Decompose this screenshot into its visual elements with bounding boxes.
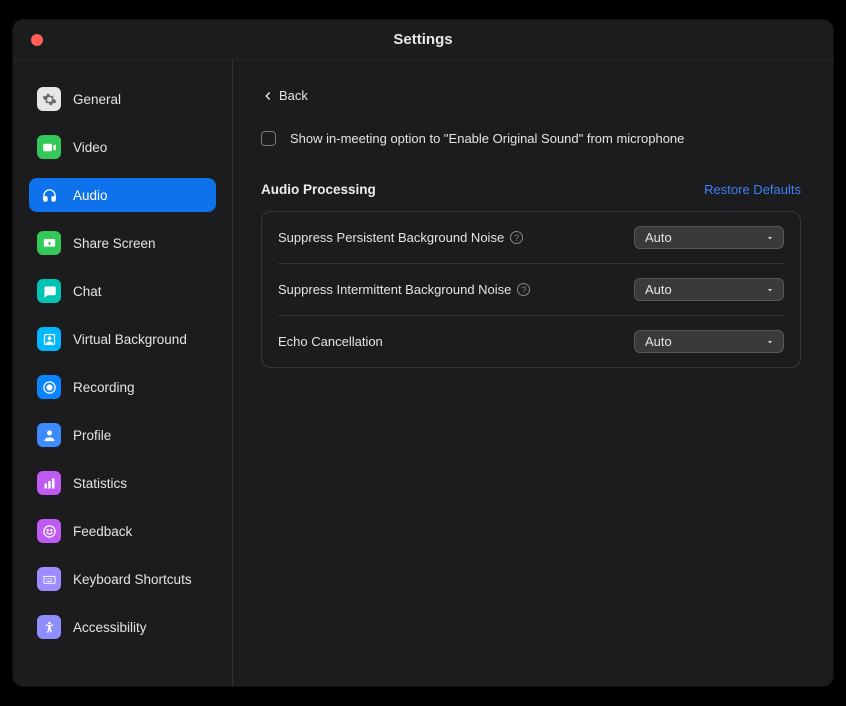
smile-icon xyxy=(37,519,61,543)
headphones-icon xyxy=(37,183,61,207)
sidebar-item-label: Virtual Background xyxy=(73,332,187,347)
audio-processing-panel: Suppress Persistent Background Noise ? Au… xyxy=(261,211,801,368)
window-body: General Video Audio Share Screen Chat Virtual… xyxy=(13,60,833,686)
gear-icon xyxy=(37,87,61,111)
sidebar-item-general[interactable]: General xyxy=(29,82,216,116)
sidebar: General Video Audio Share Screen Chat Virtual… xyxy=(13,60,233,686)
sidebar-item-statistics[interactable]: Statistics xyxy=(29,466,216,500)
sidebar-item-label: Feedback xyxy=(73,524,132,539)
panel-row-label: Echo Cancellation xyxy=(278,334,383,349)
sidebar-item-label: Audio xyxy=(73,188,108,203)
chevron-down-icon xyxy=(765,337,775,347)
sidebar-item-chat[interactable]: Chat xyxy=(29,274,216,308)
accessibility-icon xyxy=(37,615,61,639)
dropdown-value: Auto xyxy=(645,334,672,349)
panel-row: Echo Cancellation Auto xyxy=(278,316,784,367)
sidebar-item-recording[interactable]: Recording xyxy=(29,370,216,404)
sidebar-item-label: Profile xyxy=(73,428,111,443)
section-title: Audio Processing xyxy=(261,182,376,197)
close-window-button[interactable] xyxy=(31,34,43,46)
sidebar-item-profile[interactable]: Profile xyxy=(29,418,216,452)
chevron-down-icon xyxy=(765,285,775,295)
content-area: Back Show in-meeting option to "Enable O… xyxy=(233,60,833,686)
info-icon[interactable]: ? xyxy=(517,283,530,296)
chevron-down-icon xyxy=(765,233,775,243)
sidebar-item-label: Statistics xyxy=(73,476,127,491)
sidebar-item-audio[interactable]: Audio xyxy=(29,178,216,212)
record-icon xyxy=(37,375,61,399)
restore-defaults-link[interactable]: Restore Defaults xyxy=(704,182,801,197)
settings-window: Settings General Video Audio Share Screen Ch… xyxy=(13,20,833,686)
portrait-icon xyxy=(37,327,61,351)
profile-icon xyxy=(37,423,61,447)
sidebar-item-keyboard-shortcuts[interactable]: Keyboard Shortcuts xyxy=(29,562,216,596)
chevron-left-icon xyxy=(261,89,275,103)
info-icon[interactable]: ? xyxy=(510,231,523,244)
dropdown-value: Auto xyxy=(645,230,672,245)
panel-row-label: Suppress Intermittent Background Noise ? xyxy=(278,282,530,297)
titlebar: Settings xyxy=(13,20,833,60)
sidebar-item-video[interactable]: Video xyxy=(29,130,216,164)
dropdown-value: Auto xyxy=(645,282,672,297)
panel-row: Suppress Intermittent Background Noise ?… xyxy=(278,264,784,316)
chat-icon xyxy=(37,279,61,303)
back-button[interactable]: Back xyxy=(261,88,308,103)
sidebar-item-label: Share Screen xyxy=(73,236,156,251)
sidebar-item-virtual-background[interactable]: Virtual Background xyxy=(29,322,216,356)
panel-row: Suppress Persistent Background Noise ? Au… xyxy=(278,212,784,264)
sidebar-item-label: Accessibility xyxy=(73,620,147,635)
sidebar-item-accessibility[interactable]: Accessibility xyxy=(29,610,216,644)
dropdown-suppress-persistent-background-noise[interactable]: Auto xyxy=(634,226,784,249)
sidebar-item-label: Recording xyxy=(73,380,135,395)
sidebar-item-label: Chat xyxy=(73,284,102,299)
sidebar-item-label: General xyxy=(73,92,121,107)
dropdown-suppress-intermittent-background-noise[interactable]: Auto xyxy=(634,278,784,301)
stats-icon xyxy=(37,471,61,495)
section-header: Audio Processing Restore Defaults xyxy=(261,182,801,197)
sidebar-item-label: Keyboard Shortcuts xyxy=(73,572,192,587)
sidebar-item-feedback[interactable]: Feedback xyxy=(29,514,216,548)
original-sound-row: Show in-meeting option to "Enable Origin… xyxy=(261,131,801,146)
traffic-lights xyxy=(31,34,43,46)
sidebar-item-label: Video xyxy=(73,140,107,155)
original-sound-checkbox[interactable] xyxy=(261,131,276,146)
panel-row-label: Suppress Persistent Background Noise ? xyxy=(278,230,523,245)
keyboard-icon xyxy=(37,567,61,591)
video-icon xyxy=(37,135,61,159)
dropdown-echo-cancellation[interactable]: Auto xyxy=(634,330,784,353)
share-icon xyxy=(37,231,61,255)
sidebar-item-share-screen[interactable]: Share Screen xyxy=(29,226,216,260)
back-label: Back xyxy=(279,88,308,103)
original-sound-label: Show in-meeting option to "Enable Origin… xyxy=(290,131,684,146)
window-title: Settings xyxy=(393,31,452,48)
